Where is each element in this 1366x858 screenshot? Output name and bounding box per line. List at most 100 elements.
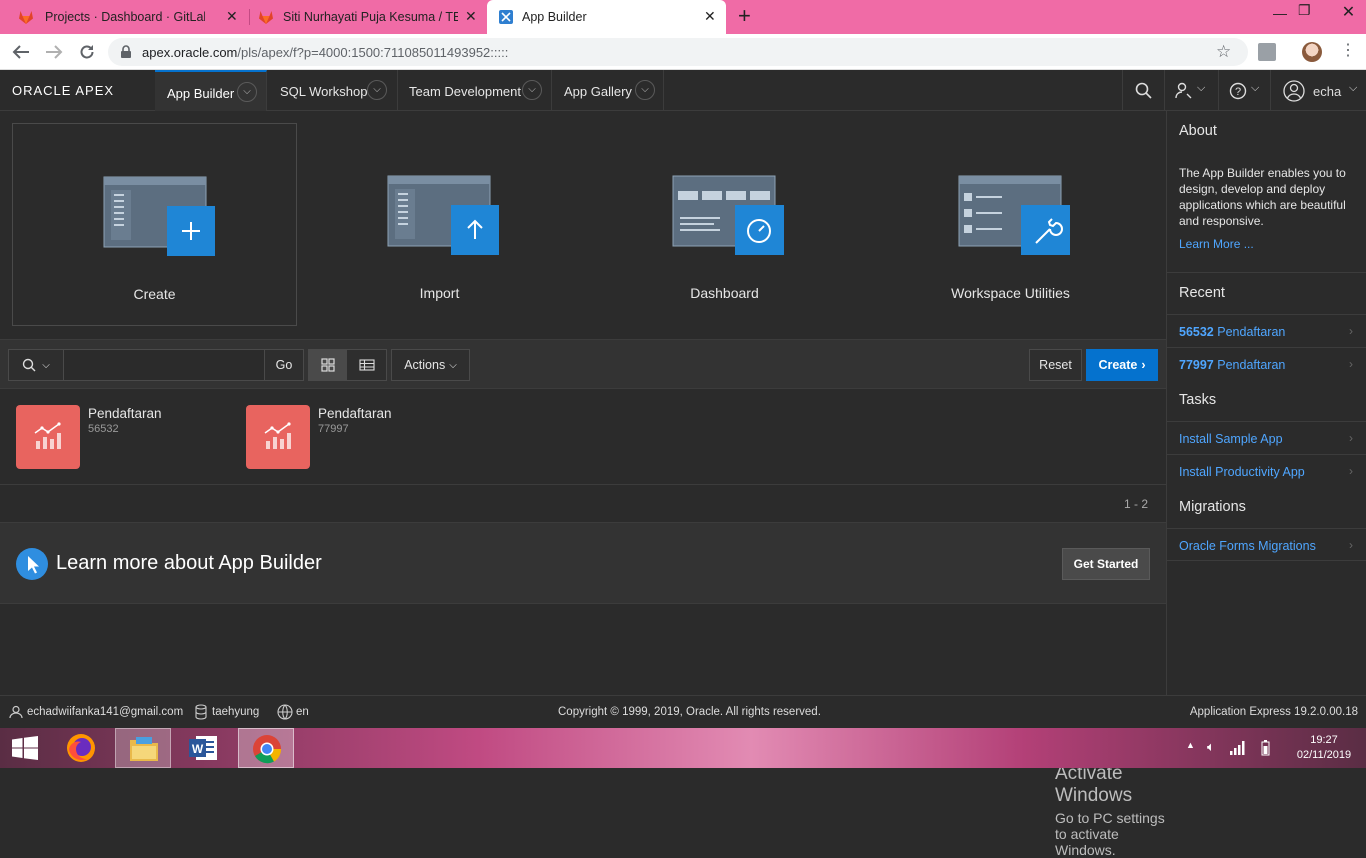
taskbar-chrome[interactable] (238, 728, 294, 768)
chevron-down-icon[interactable]: ⌵ (237, 82, 257, 102)
actions-menu-button[interactable]: Actions ⌵ (391, 349, 470, 381)
footer-language[interactable]: en (296, 706, 309, 718)
tile-dashboard[interactable]: Dashboard (582, 123, 867, 326)
app-id: 77997 (318, 423, 349, 435)
close-tab-icon[interactable]: ✕ (704, 8, 716, 25)
taskbar-file-explorer[interactable] (115, 728, 171, 768)
nav-tab-app-gallery[interactable]: App Gallery ⌵ (552, 70, 664, 111)
battery-icon[interactable] (1261, 740, 1270, 756)
browser-tab-gitlab[interactable]: Projects · Dashboard · GitLab ✕ (0, 0, 250, 34)
cursor-pointer-icon (16, 548, 48, 580)
taskbar-firefox[interactable] (54, 728, 110, 768)
reload-icon[interactable] (78, 43, 96, 61)
bookmark-star-icon[interactable]: ☆ (1216, 42, 1231, 62)
task-install-productivity-app[interactable]: Install Productivity App › (1167, 454, 1366, 487)
browser-menu-icon[interactable]: ⋮ (1340, 40, 1356, 60)
create-label: Create (1098, 358, 1138, 372)
migrations-heading: Migrations (1179, 499, 1246, 515)
user-icon (9, 705, 23, 719)
search-input[interactable] (63, 349, 265, 381)
restore-window-button[interactable]: ❐ (1298, 2, 1311, 19)
close-tab-icon[interactable]: ✕ (465, 8, 477, 25)
chevron-right-icon: › (1141, 358, 1146, 372)
oracle-apex-logo[interactable]: ORACLE APEX (12, 83, 114, 98)
forward-arrow-icon[interactable] (45, 44, 63, 60)
search-column-selector[interactable]: ⌵ (8, 349, 64, 381)
tile-workspace-utilities[interactable]: Workspace Utilities (868, 123, 1153, 326)
apex-footer: echadwiifanka141@gmail.com taehyung en C… (0, 695, 1366, 728)
minimize-window-button[interactable]: — (1273, 5, 1287, 21)
svg-text:W: W (192, 742, 204, 756)
chevron-down-icon: ⌵ (1197, 82, 1206, 94)
oracle-forms-migrations-link[interactable]: Oracle Forms Migrations › (1167, 528, 1366, 561)
icon-view-button[interactable] (308, 349, 347, 381)
app-chart-icon (246, 405, 310, 469)
tile-import[interactable]: Import (297, 123, 582, 326)
close-window-button[interactable]: ✕ (1331, 2, 1366, 22)
nav-tab-label: App Gallery (564, 84, 632, 99)
username: echa (1313, 84, 1342, 99)
clock-date: 02/11/2019 (1296, 749, 1352, 761)
administration-menu[interactable]: ⌵ (1164, 70, 1218, 111)
apex-header: ORACLE APEX App Builder ⌵ SQL Workshop ⌵… (0, 70, 1366, 111)
migration-label: Oracle Forms Migrations (1179, 539, 1316, 553)
search-button[interactable] (1122, 70, 1164, 111)
chevron-down-icon[interactable]: ⌵ (635, 80, 655, 100)
tile-label: Create (133, 286, 176, 302)
word-icon: W (189, 736, 217, 760)
back-arrow-icon[interactable] (12, 44, 30, 60)
nav-tab-app-builder[interactable]: App Builder ⌵ (155, 70, 267, 111)
app-card[interactable]: Pendaftaran 77997 (246, 405, 466, 469)
nav-tab-label: SQL Workshop (280, 84, 368, 99)
nav-tab-team-development[interactable]: Team Development ⌵ (398, 70, 552, 111)
workspace-utilities-icon (958, 175, 1070, 255)
app-card[interactable]: Pendaftaran 56532 (16, 405, 236, 469)
clock[interactable]: 19:27 02/11/2019 (1286, 733, 1362, 763)
dashboard-icon (672, 175, 784, 255)
tab-title: App Builder (522, 10, 587, 24)
url-path: /pls/apex/f?p=4000:1500:711085011493952:… (237, 45, 509, 60)
new-tab-button[interactable]: + (738, 3, 751, 29)
chevron-down-icon[interactable]: ⌵ (367, 80, 387, 100)
search-icon (1135, 82, 1152, 99)
create-button[interactable]: Create › (1086, 349, 1158, 381)
pdf-extension-icon[interactable] (1258, 43, 1276, 61)
chevron-down-icon: ⌵ (42, 359, 50, 371)
actions-label: Actions (404, 358, 446, 372)
recent-app-link[interactable]: 56532 Pendaftaran › (1167, 314, 1366, 347)
profile-avatar[interactable] (1302, 42, 1322, 62)
taskbar-word[interactable]: W (176, 728, 232, 768)
recent-app-link[interactable]: 77997 Pendaftaran › (1167, 347, 1366, 380)
app-name: Pendaftaran (318, 406, 392, 421)
nav-tab-sql-workshop[interactable]: SQL Workshop ⌵ (268, 70, 398, 111)
url-text: apex.oracle.com/pls/apex/f?p=4000:1500:7… (142, 45, 508, 60)
help-menu[interactable]: ? ⌵ (1218, 70, 1270, 111)
learn-more-link[interactable]: Learn More ... (1179, 237, 1254, 251)
task-label: Install Sample App (1179, 432, 1283, 446)
lock-icon (121, 45, 131, 58)
reset-button[interactable]: Reset (1029, 349, 1082, 381)
folder-icon (130, 737, 158, 761)
watermark-subtitle: Go to PC settings to activate Windows. (1055, 810, 1165, 858)
close-tab-icon[interactable]: ✕ (226, 8, 238, 25)
task-install-sample-app[interactable]: Install Sample App › (1167, 421, 1366, 454)
tab-title: Projects · Dashboard · GitLab (45, 10, 205, 24)
chevron-right-icon: › (1349, 538, 1353, 552)
report-view-button[interactable] (346, 349, 387, 381)
url-field[interactable]: apex.oracle.com/pls/apex/f?p=4000:1500:7… (108, 38, 1248, 66)
chevron-down-icon[interactable]: ⌵ (522, 80, 542, 100)
show-hidden-icons[interactable]: ▲ (1186, 740, 1195, 750)
browser-tab-app-builder[interactable]: App Builder ✕ (487, 0, 726, 34)
tile-create[interactable]: Create (12, 123, 297, 326)
start-button[interactable] (0, 728, 50, 768)
tile-label: Dashboard (690, 285, 759, 301)
create-app-icon (103, 176, 215, 256)
go-button[interactable]: Go (264, 349, 304, 381)
signal-icon[interactable] (1230, 741, 1246, 755)
browser-tab-siti[interactable]: Siti Nurhayati Puja Kesuma / TB D ✕ (250, 0, 486, 34)
user-menu[interactable]: echa ⌵ (1270, 70, 1366, 111)
report-toolbar: ⌵ Go Actions ⌵ Reset Create › (0, 339, 1166, 389)
volume-icon[interactable]: 🔈︎ (1207, 739, 1215, 755)
get-started-button[interactable]: Get Started (1062, 548, 1150, 580)
user-avatar-icon (1283, 80, 1305, 102)
